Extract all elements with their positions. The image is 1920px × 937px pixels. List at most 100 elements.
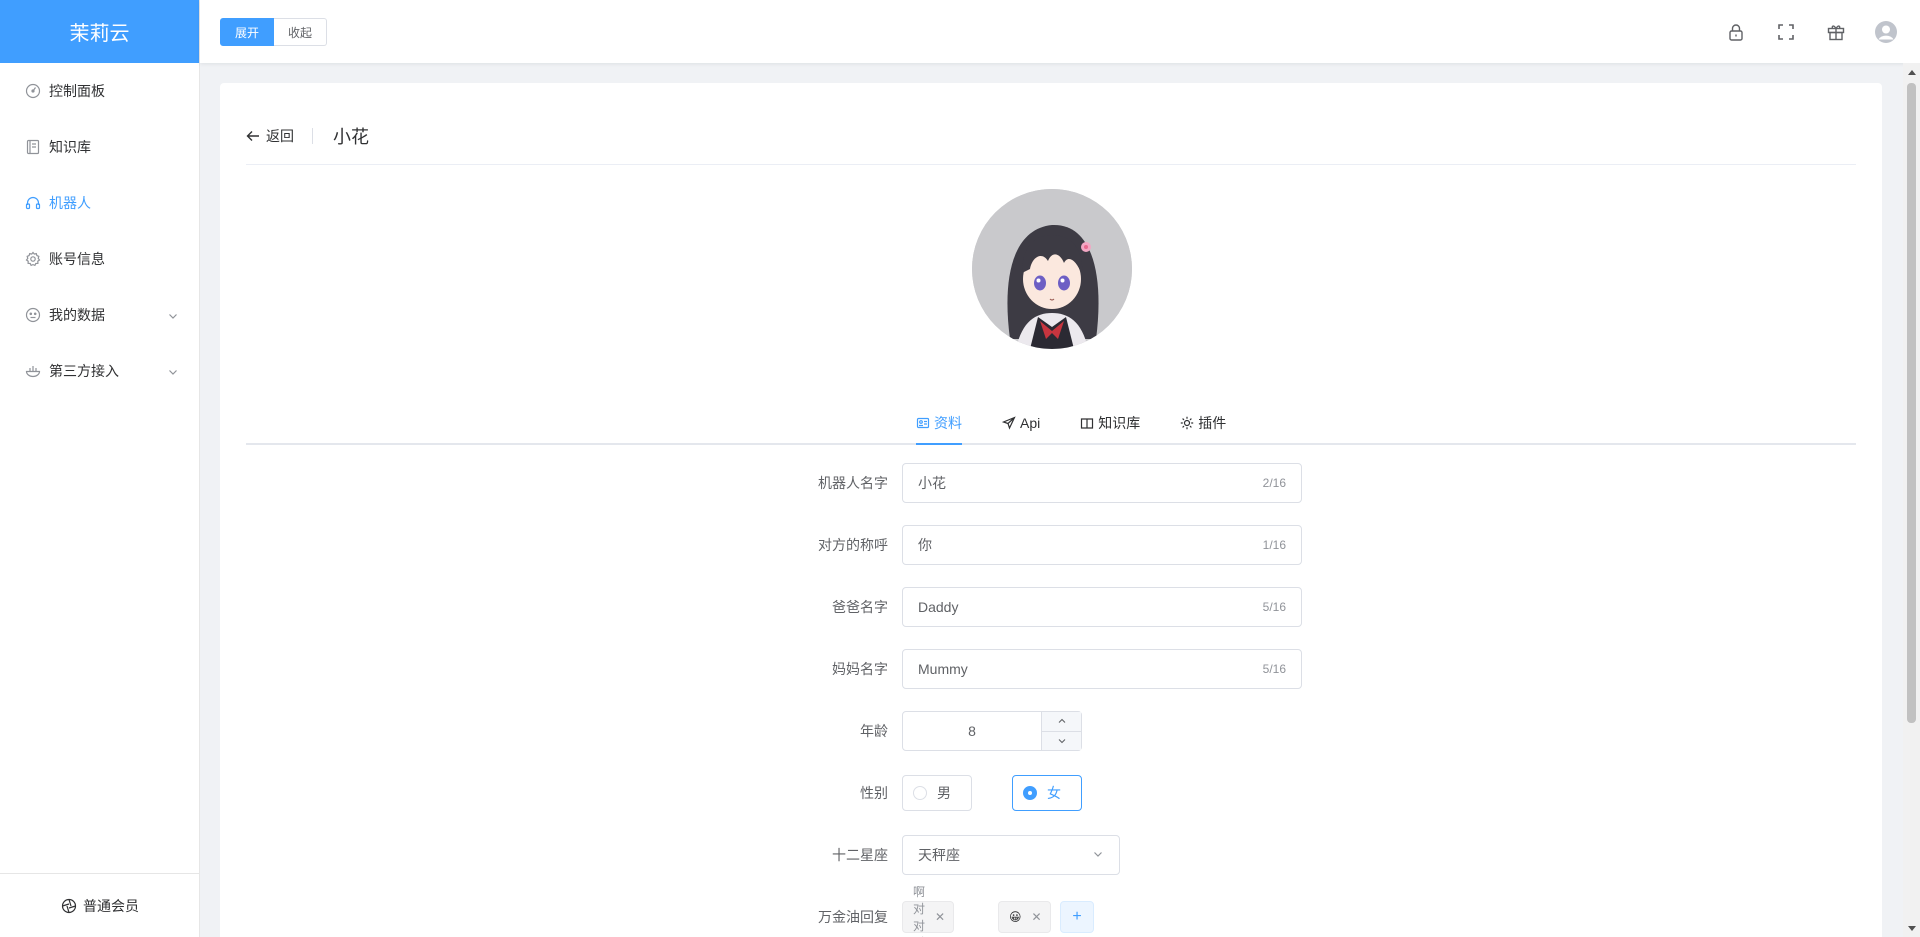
- decrement-button[interactable]: [1042, 732, 1081, 751]
- sidebar: 茉莉云 控制面板 知识库 机器人 账号信息 我的数据 第三方接入 普通会员: [0, 0, 200, 937]
- scroll-up-arrow-icon[interactable]: [1903, 63, 1920, 80]
- sidebar-toggle-group: 展开 收起: [220, 18, 328, 46]
- sidebar-item-my-data[interactable]: 我的数据: [0, 287, 199, 343]
- dad-name-input[interactable]: Daddy 5/16: [902, 587, 1302, 627]
- age-arrows: [1041, 712, 1081, 750]
- close-icon[interactable]: ✕: [935, 910, 945, 924]
- sun-icon: [1181, 416, 1194, 430]
- robot-detail-card: 返回 小花 资料 Api 知识库 插件 机器人名字 小花 2/16 对方的称呼 …: [220, 83, 1882, 937]
- tab-profile[interactable]: 资料: [916, 403, 982, 445]
- gender-radio-female[interactable]: 女: [1012, 775, 1082, 811]
- scroll-down-arrow-icon[interactable]: [1903, 920, 1920, 937]
- tab-list: 资料 Api 知识库 插件: [916, 403, 1246, 445]
- radio-circle-checked: [1023, 786, 1037, 800]
- sidebar-item-robot[interactable]: 机器人: [0, 175, 199, 231]
- chevron-down-icon: [167, 365, 179, 377]
- sidebar-item-label: 账号信息: [49, 251, 105, 267]
- fullscreen-icon[interactable]: [1774, 20, 1798, 44]
- tab-plugins[interactable]: 插件: [1160, 403, 1246, 443]
- gear-icon: [24, 250, 42, 268]
- reply-tag[interactable]: 😀 ✕: [998, 901, 1051, 933]
- tab-label: 资料: [934, 415, 962, 431]
- chevron-up-icon: [1058, 718, 1065, 724]
- sidebar-item-label: 第三方接入: [49, 363, 119, 379]
- robot-name-input[interactable]: 小花 2/16: [902, 463, 1302, 503]
- mom-name-count: 5/16: [1262, 662, 1286, 676]
- dad-name-count: 5/16: [1262, 600, 1286, 614]
- add-tag-button[interactable]: +: [1060, 901, 1094, 933]
- reply-tag[interactable]: 啊对对对 ✕: [902, 885, 955, 937]
- arrow-left-icon: [246, 130, 259, 141]
- send-icon: [1002, 416, 1016, 430]
- zodiac-label: 十二星座: [832, 847, 888, 863]
- membership-level[interactable]: 普通会员: [0, 873, 200, 937]
- radio-circle: [913, 786, 927, 800]
- book-icon: [24, 138, 42, 156]
- header-actions: [1724, 20, 1898, 44]
- bowl-icon: [24, 362, 42, 380]
- age-stepper[interactable]: 8: [902, 711, 1082, 751]
- collapse-button[interactable]: 收起: [274, 18, 328, 46]
- dad-name-label: 爸爸名字: [832, 599, 888, 615]
- universal-reply-label: 万金油回复: [818, 909, 888, 925]
- close-icon[interactable]: ✕: [1032, 910, 1042, 924]
- sidebar-menu: 控制面板 知识库 机器人 账号信息 我的数据 第三方接入: [0, 63, 199, 399]
- reply-tag-text: 😀: [1009, 910, 1022, 924]
- lock-icon[interactable]: [1724, 20, 1748, 44]
- call-name-value: 你: [918, 537, 932, 553]
- chevron-down-icon: [1092, 847, 1104, 863]
- increment-button[interactable]: [1042, 712, 1081, 732]
- sidebar-item-account[interactable]: 账号信息: [0, 231, 199, 287]
- tab-api[interactable]: Api: [982, 403, 1060, 443]
- brand-logo[interactable]: 茉莉云: [0, 0, 199, 63]
- sidebar-item-dashboard[interactable]: 控制面板: [0, 63, 199, 119]
- age-label: 年龄: [860, 723, 888, 739]
- tab-label: 插件: [1198, 415, 1227, 431]
- headset-icon: [24, 194, 42, 212]
- sidebar-item-third-party[interactable]: 第三方接入: [0, 343, 199, 399]
- gender-female-label: 女: [1047, 785, 1061, 801]
- gender-label: 性别: [860, 785, 888, 801]
- robot-name-label: 机器人名字: [818, 475, 888, 491]
- gift-icon[interactable]: [1824, 20, 1848, 44]
- user-avatar-icon[interactable]: [1874, 20, 1898, 44]
- open-book-icon: [1081, 418, 1094, 429]
- tab-knowledge[interactable]: 知识库: [1060, 403, 1160, 443]
- sidebar-item-label: 知识库: [49, 139, 91, 155]
- scroll-thumb[interactable]: [1907, 83, 1916, 723]
- mom-name-input[interactable]: Mummy 5/16: [902, 649, 1302, 689]
- zodiac-value: 天秤座: [918, 847, 960, 863]
- sidebar-item-label: 机器人: [49, 195, 91, 211]
- back-label: 返回: [266, 127, 294, 144]
- robot-name-value: 小花: [918, 475, 946, 491]
- dad-name-value: Daddy: [918, 599, 959, 615]
- back-button[interactable]: 返回: [246, 127, 313, 144]
- top-header: 展开 收起: [200, 0, 1920, 63]
- membership-label: 普通会员: [83, 897, 139, 914]
- mom-name-value: Mummy: [918, 661, 968, 677]
- tab-label: Api: [1020, 415, 1041, 431]
- call-name-label: 对方的称呼: [818, 537, 888, 553]
- chevron-down-icon: [167, 309, 179, 321]
- page-header: 返回 小花: [246, 107, 1856, 165]
- gender-radio-male[interactable]: 男: [902, 775, 972, 811]
- chevron-down-icon: [1058, 738, 1065, 744]
- robot-name-count: 2/16: [1262, 476, 1286, 490]
- sidebar-item-label: 我的数据: [49, 307, 105, 323]
- sidebar-item-label: 控制面板: [49, 83, 105, 99]
- dashboard-icon: [24, 82, 42, 100]
- zodiac-select[interactable]: 天秤座: [902, 835, 1120, 875]
- tab-label: 知识库: [1098, 415, 1141, 431]
- gender-male-label: 男: [937, 785, 951, 801]
- page-scrollbar[interactable]: [1903, 63, 1920, 937]
- mom-name-label: 妈妈名字: [832, 661, 888, 677]
- reply-tag-text: 啊对对对: [913, 885, 926, 937]
- sidebar-item-knowledge[interactable]: 知识库: [0, 119, 199, 175]
- age-value: 8: [968, 723, 976, 739]
- page-title: 小花: [333, 126, 369, 147]
- call-name-input[interactable]: 你 1/16: [902, 525, 1302, 565]
- call-name-count: 1/16: [1262, 538, 1286, 552]
- robot-avatar[interactable]: [972, 189, 1132, 349]
- robot-tabs: 资料 Api 知识库 插件: [246, 403, 1856, 445]
- expand-button[interactable]: 展开: [220, 18, 275, 46]
